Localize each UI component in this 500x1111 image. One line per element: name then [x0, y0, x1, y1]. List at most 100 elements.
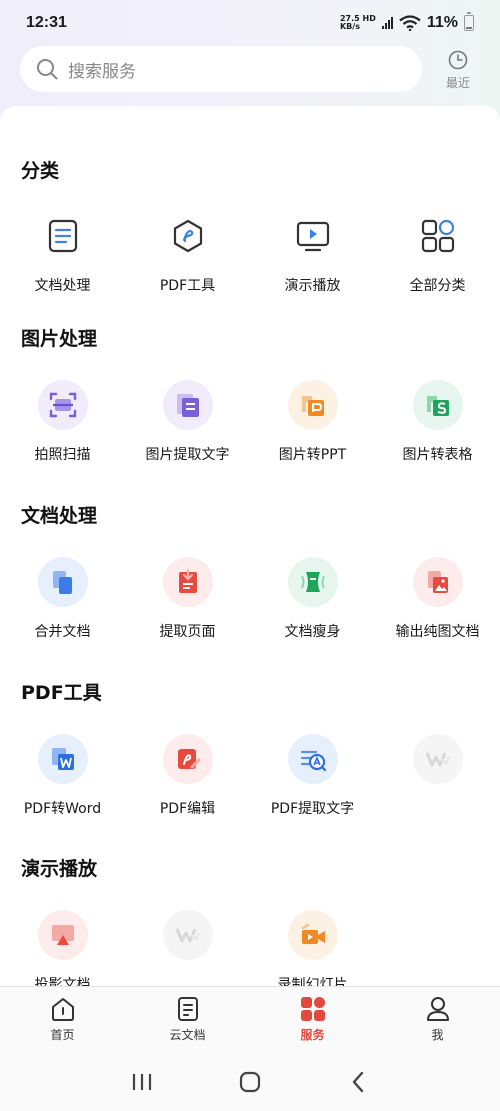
recent-button[interactable]: 最近 — [438, 50, 478, 91]
category-label: 文档处理 — [34, 278, 91, 294]
battery-icon — [464, 12, 474, 31]
status-indicators: 27.5 HD KB/s 11% — [340, 12, 474, 32]
nav-services[interactable]: 服务 — [250, 987, 375, 1052]
search-row: 搜索服务 最近 — [20, 46, 480, 92]
net-speed-unit: KB/s — [339, 22, 360, 31]
section-title-categories: 分类 — [21, 160, 60, 182]
recent-apps-button[interactable] — [88, 1062, 196, 1102]
tool-pdf-to-word[interactable]: PDF转Word — [0, 734, 125, 834]
search-input[interactable]: 搜索服务 — [20, 46, 422, 92]
category-presentation[interactable]: 演示播放 — [250, 211, 375, 311]
category-label: 演示播放 — [284, 278, 341, 294]
document-icon — [38, 211, 88, 261]
wps-placeholder-icon — [412, 734, 463, 784]
services-card: 分类 文档处理 PDF工具 演示播放 全部分类 图片处理 拍照扫描 图片提取文字… — [0, 106, 500, 986]
extract-pages-icon — [162, 557, 213, 607]
net-type: HD — [362, 14, 376, 23]
scan-icon — [37, 380, 88, 430]
category-label: 全部分类 — [409, 278, 466, 294]
bottom-nav: 首页 云文档 服务 我 — [0, 986, 500, 1052]
nav-label: 云文档 — [169, 1028, 206, 1042]
image-processing-row: 拍照扫描 图片提取文字 图片转PPT 图片转表格 — [0, 380, 500, 480]
image-to-sheet-icon — [412, 380, 463, 430]
category-pdf-tools[interactable]: PDF工具 — [125, 211, 250, 311]
projection-icon — [37, 910, 88, 960]
pdf-text-extract-icon — [287, 734, 338, 784]
tool-label: PDF编辑 — [159, 801, 216, 817]
tool-record-slides[interactable]: 录制幻灯片 — [250, 910, 375, 986]
tool-label: 输出纯图文档 — [395, 624, 480, 640]
battery-percent: 11% — [426, 14, 458, 31]
profile-icon — [426, 997, 449, 1021]
home-circle-icon — [239, 1071, 261, 1092]
nav-label: 首页 — [50, 1028, 75, 1042]
slim-doc-icon — [287, 557, 338, 607]
recent-label: 最近 — [445, 76, 470, 90]
tool-label: 图片转表格 — [402, 447, 473, 463]
tool-label: PDF转Word — [23, 801, 102, 817]
pdf-tools-row: PDF转Word PDF编辑 PDF提取文字 — [0, 734, 500, 834]
presentation-icon — [288, 211, 338, 261]
image-text-extract-icon — [162, 380, 213, 430]
tool-image-text-extract[interactable]: 图片提取文字 — [125, 380, 250, 480]
nav-home[interactable]: 首页 — [0, 987, 125, 1052]
presentation-row: 投影文档 录制幻灯片 — [0, 910, 500, 986]
tool-label: 拍照扫描 — [34, 447, 91, 463]
section-title-image-processing: 图片处理 — [21, 328, 98, 350]
status-bar: 12:31 27.5 HD KB/s 11% — [0, 0, 500, 46]
home-button[interactable] — [196, 1062, 304, 1102]
services-icon — [300, 997, 325, 1021]
tool-projection[interactable]: 投影文档 — [0, 910, 125, 986]
categories-row: 文档处理 PDF工具 演示播放 全部分类 — [0, 211, 500, 311]
pdf-edit-icon — [162, 734, 213, 784]
signal-icon — [381, 17, 393, 29]
status-time: 12:31 — [26, 14, 67, 31]
pdf-to-word-icon — [37, 734, 88, 784]
category-documents[interactable]: 文档处理 — [0, 211, 125, 311]
recent-apps-icon — [132, 1073, 152, 1090]
net-speed: 27.5 HD KB/s — [340, 15, 376, 31]
back-button[interactable] — [304, 1062, 412, 1102]
nav-profile[interactable]: 我 — [375, 987, 500, 1052]
nav-label-active: 服务 — [300, 1028, 325, 1042]
section-title-presentation: 演示播放 — [21, 858, 98, 880]
wps-placeholder-icon — [162, 910, 213, 960]
tool-placeholder — [375, 734, 500, 834]
search-icon — [37, 59, 58, 80]
document-processing-row: 合并文档 提取页面 文档瘦身 输出纯图文档 — [0, 557, 500, 657]
nav-cloud-docs[interactable]: 云文档 — [125, 987, 250, 1052]
tool-pdf-text-extract[interactable]: PDF提取文字 — [250, 734, 375, 834]
tool-image-to-sheet[interactable]: 图片转表格 — [375, 380, 500, 480]
tool-label: 提取页面 — [159, 624, 216, 640]
tool-placeholder — [125, 910, 250, 986]
wifi-icon — [399, 15, 421, 31]
merge-docs-icon — [37, 557, 88, 607]
pdf-tool-icon — [163, 211, 213, 261]
category-all[interactable]: 全部分类 — [375, 211, 500, 311]
image-doc-export-icon — [412, 557, 463, 607]
tool-extract-pages[interactable]: 提取页面 — [125, 557, 250, 657]
category-label: PDF工具 — [159, 278, 216, 294]
clock-icon — [448, 50, 468, 70]
tool-pdf-edit[interactable]: PDF编辑 — [125, 734, 250, 834]
tool-slim-doc[interactable]: 文档瘦身 — [250, 557, 375, 657]
tool-merge-docs[interactable]: 合并文档 — [0, 557, 125, 657]
back-icon — [352, 1071, 364, 1092]
cloud-docs-icon — [177, 997, 198, 1021]
search-placeholder: 搜索服务 — [68, 61, 136, 82]
image-to-ppt-icon — [287, 380, 338, 430]
home-icon — [51, 998, 74, 1021]
section-title-document-processing: 文档处理 — [21, 505, 98, 527]
record-slides-icon — [287, 910, 338, 960]
tool-label: 图片转PPT — [278, 447, 347, 463]
tool-image-to-ppt[interactable]: 图片转PPT — [250, 380, 375, 480]
tool-photo-scan[interactable]: 拍照扫描 — [0, 380, 125, 480]
system-nav-bar — [0, 1052, 500, 1111]
all-categories-icon — [413, 211, 463, 261]
tool-label: 投影文档 — [34, 977, 91, 986]
section-title-pdf-tools: PDF工具 — [21, 682, 102, 704]
tool-image-doc-export[interactable]: 输出纯图文档 — [375, 557, 500, 657]
tool-label: 录制幻灯片 — [277, 977, 348, 986]
tool-label: 合并文档 — [34, 624, 91, 640]
tool-label: PDF提取文字 — [270, 801, 355, 817]
